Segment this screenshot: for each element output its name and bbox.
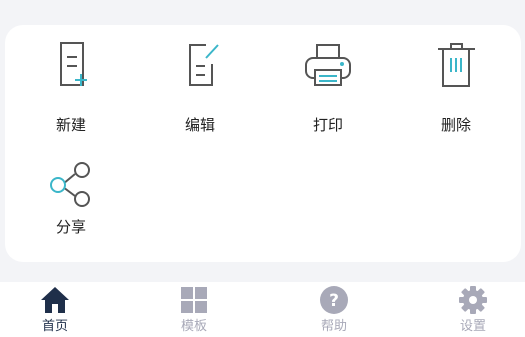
edit-document-icon bbox=[170, 40, 230, 90]
edit-button[interactable]: 编辑 bbox=[150, 40, 250, 140]
edit-label: 编辑 bbox=[184, 116, 215, 134]
share-button[interactable]: 分享 bbox=[21, 160, 121, 260]
tab-settings-label: 设置 bbox=[459, 319, 486, 334]
action-panel: 新建 编辑 打印 删除 分享 bbox=[5, 25, 521, 262]
tab-templates[interactable]: 模板 bbox=[144, 282, 244, 337]
delete-button[interactable]: 删除 bbox=[406, 40, 506, 140]
print-button[interactable]: 打印 bbox=[278, 40, 378, 140]
share-icon bbox=[41, 160, 101, 210]
delete-label: 删除 bbox=[440, 116, 471, 134]
home-icon bbox=[40, 285, 70, 315]
share-label: 分享 bbox=[55, 218, 86, 236]
print-label: 打印 bbox=[312, 116, 343, 134]
svg-text:?: ? bbox=[329, 291, 339, 311]
tab-templates-label: 模板 bbox=[180, 319, 207, 334]
new-button[interactable]: 新建 bbox=[21, 40, 121, 140]
grid-icon bbox=[179, 285, 209, 315]
printer-icon bbox=[298, 40, 358, 90]
new-document-icon bbox=[41, 40, 101, 90]
tab-settings[interactable]: 设置 bbox=[423, 282, 523, 337]
tab-home-label: 首页 bbox=[41, 319, 68, 334]
tab-help-label: 帮助 bbox=[320, 319, 347, 334]
help-icon: ? bbox=[319, 285, 349, 315]
bottom-tab-bar: 首页 模板 ? 帮助 设置 bbox=[0, 282, 525, 337]
tab-home[interactable]: 首页 bbox=[5, 282, 105, 337]
tab-help[interactable]: ? 帮助 bbox=[284, 282, 384, 337]
trash-icon bbox=[426, 40, 486, 90]
gear-icon bbox=[458, 285, 488, 315]
new-label: 新建 bbox=[55, 116, 86, 134]
